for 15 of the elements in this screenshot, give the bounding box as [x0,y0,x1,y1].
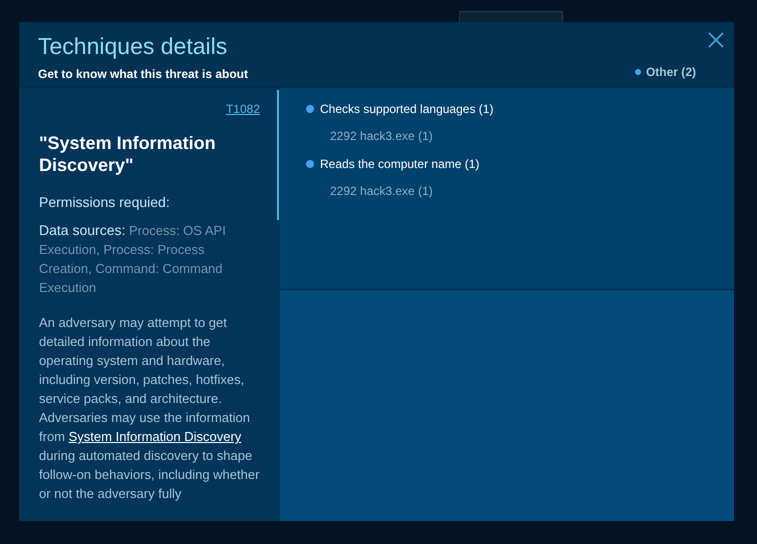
behavior-title: Checks supported languages (1) [320,101,494,118]
dialog-subtitle: Get to know what this threat is about [38,66,248,83]
technique-name: "System Information Discovery" [39,132,217,176]
permissions-label: Permissions requied: [39,193,170,212]
description-text: An adversary may attempt to get detailed information about the operating system and hardware, including version, patches, hotfixes, service packs, and architecture. Adversaries may use the information from System Information Discovery during automated discovery to shape follow-on behaviors, including whether or not the adversary fully [39,314,260,503]
process-label: 2292 hack3.exe (1) [330,128,433,145]
technique-link[interactable]: T1082 [226,100,260,118]
close-icon[interactable] [708,32,724,48]
dialog-title: Techniques details [38,32,228,60]
filter-label[interactable]: Other (2) [646,63,696,81]
process-label: 2292 hack3.exe (1) [330,183,433,200]
description-link[interactable]: System Information Discovery [68,429,242,444]
data-sources-text: Data sources: Process: OS API Execution, Process: Process Creation, Command: Command Execution [39,221,227,297]
scrollbar-thumb[interactable] [277,90,279,220]
behavior-title: Reads the computer name (1) [320,156,480,173]
